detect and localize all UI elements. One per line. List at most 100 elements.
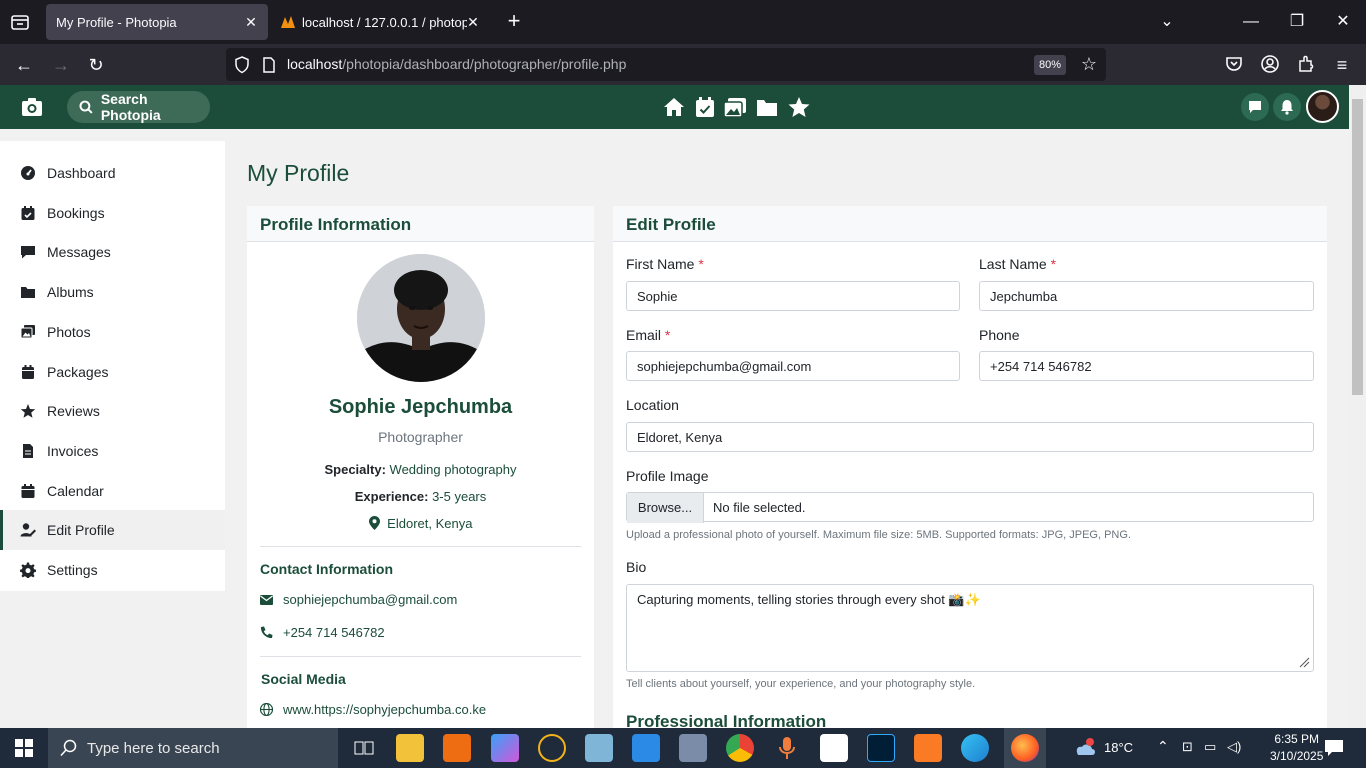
capcut-icon[interactable] <box>820 734 848 762</box>
file-explorer-icon[interactable] <box>396 734 424 762</box>
notifications-icon[interactable] <box>1324 739 1344 757</box>
tab-overflow-chevron-icon[interactable]: ⌄ <box>1152 8 1182 36</box>
contact-email[interactable]: sophiejepchumba@gmail.com <box>283 592 457 607</box>
app-icon[interactable] <box>585 734 613 762</box>
contact-phone[interactable]: +254 714 546782 <box>283 625 385 640</box>
forward-arrow-icon[interactable]: → <box>48 52 74 78</box>
calendar-check-icon[interactable] <box>693 95 717 119</box>
url-bar[interactable]: localhost/photopia/dashboard/photographe… <box>226 48 1106 81</box>
tab-my-profile[interactable]: My Profile - Photopia ✕ <box>46 4 268 40</box>
card-title: Profile Information <box>260 215 412 234</box>
required-mark: * <box>1050 256 1057 272</box>
menu-hamburger-icon[interactable]: ≡ <box>1329 52 1355 78</box>
browser-toolbar: ← → ↻ localhost/photopia/dashboard/photo… <box>0 44 1366 85</box>
sidebar-item-invoices[interactable]: Invoices <box>0 431 225 471</box>
shield-icon[interactable] <box>234 56 250 74</box>
copilot-icon[interactable] <box>491 734 519 762</box>
sidebar-item-reviews[interactable]: Reviews <box>0 391 225 431</box>
specialty-line: Specialty: Wedding photography <box>247 462 594 477</box>
zoom-level-badge[interactable]: 80% <box>1034 55 1066 75</box>
notifications-button[interactable] <box>1273 93 1301 121</box>
sublime-text-icon[interactable] <box>443 734 471 762</box>
messages-button[interactable] <box>1241 93 1269 121</box>
images-icon <box>20 325 35 339</box>
chrome-icon[interactable] <box>726 734 754 762</box>
phone-field[interactable] <box>979 351 1314 381</box>
windows-start-icon[interactable] <box>15 739 33 757</box>
phpmyadmin-favicon-icon <box>281 16 295 28</box>
sidebar-item-packages[interactable]: Packages <box>0 352 225 392</box>
sidebar-item-calendar[interactable]: Calendar <box>0 471 225 511</box>
temperature[interactable]: 18°C <box>1104 740 1133 755</box>
account-icon[interactable] <box>1260 54 1280 74</box>
taskbar-search-box[interactable]: Type here to search <box>48 728 338 768</box>
tab-list-icon[interactable] <box>8 10 32 34</box>
sidebar-item-photos[interactable]: Photos <box>0 312 225 352</box>
invoice-icon <box>23 444 33 458</box>
sidebar-item-dashboard[interactable]: Dashboard <box>0 153 225 193</box>
avatar[interactable] <box>1306 90 1339 123</box>
sidebar-item-label: Bookings <box>47 205 105 221</box>
last-name-field[interactable] <box>979 281 1314 311</box>
bio-label: Bio <box>626 559 647 575</box>
contact-information-title: Contact Information <box>260 561 393 577</box>
photoshop-icon[interactable] <box>867 734 895 762</box>
sidebar-item-edit-profile[interactable]: Edit Profile <box>0 510 225 550</box>
email-field[interactable] <box>626 351 960 381</box>
resize-grip-icon[interactable] <box>1298 656 1310 668</box>
images-icon[interactable] <box>723 95 747 119</box>
camera-logo-icon[interactable] <box>21 97 43 117</box>
folder-icon[interactable] <box>755 95 779 119</box>
app-icon[interactable] <box>538 734 566 762</box>
pocket-icon[interactable] <box>1224 54 1244 74</box>
bookmark-star-icon[interactable]: ☆ <box>1076 51 1102 77</box>
folder-icon <box>21 287 35 298</box>
reload-icon[interactable]: ↻ <box>83 52 109 78</box>
close-window-button[interactable]: ✕ <box>1328 8 1358 36</box>
location-value: Eldoret, Kenya <box>387 516 473 531</box>
edge-icon[interactable] <box>961 734 989 762</box>
close-tab-icon[interactable]: ✕ <box>464 13 482 31</box>
task-view-icon[interactable] <box>350 734 378 762</box>
firefox-taskbar-button[interactable] <box>1004 728 1046 768</box>
network-icon[interactable]: ⊡ <box>1182 739 1193 755</box>
vscode-icon[interactable] <box>632 734 660 762</box>
profile-image-file-input[interactable]: Browse... No file selected. <box>626 492 1314 523</box>
url-text: localhost/photopia/dashboard/photographe… <box>287 56 626 72</box>
sidebar-item-messages[interactable]: Messages <box>0 232 225 272</box>
back-arrow-icon[interactable]: ← <box>11 52 37 78</box>
browse-button[interactable]: Browse... <box>627 493 704 523</box>
new-tab-button[interactable]: + <box>502 10 526 34</box>
extensions-icon[interactable] <box>1296 54 1316 74</box>
bio-textarea[interactable]: Capturing moments, telling stories throu… <box>626 584 1314 672</box>
page-scrollbar[interactable] <box>1349 85 1366 728</box>
bell-icon <box>1281 100 1293 115</box>
chevron-up-icon[interactable]: ⌃ <box>1157 738 1169 755</box>
search-button[interactable]: Search Photopia <box>67 91 210 123</box>
sidebar-item-settings[interactable]: Settings <box>0 550 225 590</box>
microphone-app-icon[interactable] <box>773 734 801 762</box>
restore-button[interactable]: ❐ <box>1282 8 1312 36</box>
sidebar-item-albums[interactable]: Albums <box>0 272 225 312</box>
home-icon[interactable] <box>662 95 686 119</box>
display-icon[interactable]: ▭ <box>1204 739 1216 755</box>
star-icon[interactable] <box>787 95 811 119</box>
tab-phpmyadmin[interactable]: localhost / 127.0.0.1 / photopia ✕ <box>272 4 490 40</box>
app-icon[interactable] <box>679 734 707 762</box>
weather-cloud-icon[interactable] <box>1072 737 1098 759</box>
close-tab-icon[interactable]: ✕ <box>242 13 260 31</box>
first-name-field[interactable] <box>626 281 960 311</box>
speaker-icon[interactable]: ◁) <box>1227 739 1241 755</box>
tab-title: My Profile - Photopia <box>56 14 177 30</box>
website-link[interactable]: www.https://sophyjepchumba.co.ke <box>283 702 486 717</box>
taskbar-clock[interactable]: 6:35 PM 3/10/2025 <box>1270 731 1323 765</box>
taskbar-search-placeholder: Type here to search <box>87 740 220 757</box>
xampp-icon[interactable] <box>914 734 942 762</box>
contact-email-row: sophiejepchumba@gmail.com <box>260 592 457 607</box>
scrollbar-thumb[interactable] <box>1352 99 1363 395</box>
sidebar-item-bookings[interactable]: Bookings <box>0 193 225 233</box>
location-field[interactable] <box>626 422 1314 452</box>
browser-tab-bar: My Profile - Photopia ✕ localhost / 127.… <box>0 0 1366 44</box>
url-path: /photopia/dashboard/photographer/profile… <box>342 56 627 72</box>
minimize-button[interactable]: — <box>1236 8 1266 36</box>
